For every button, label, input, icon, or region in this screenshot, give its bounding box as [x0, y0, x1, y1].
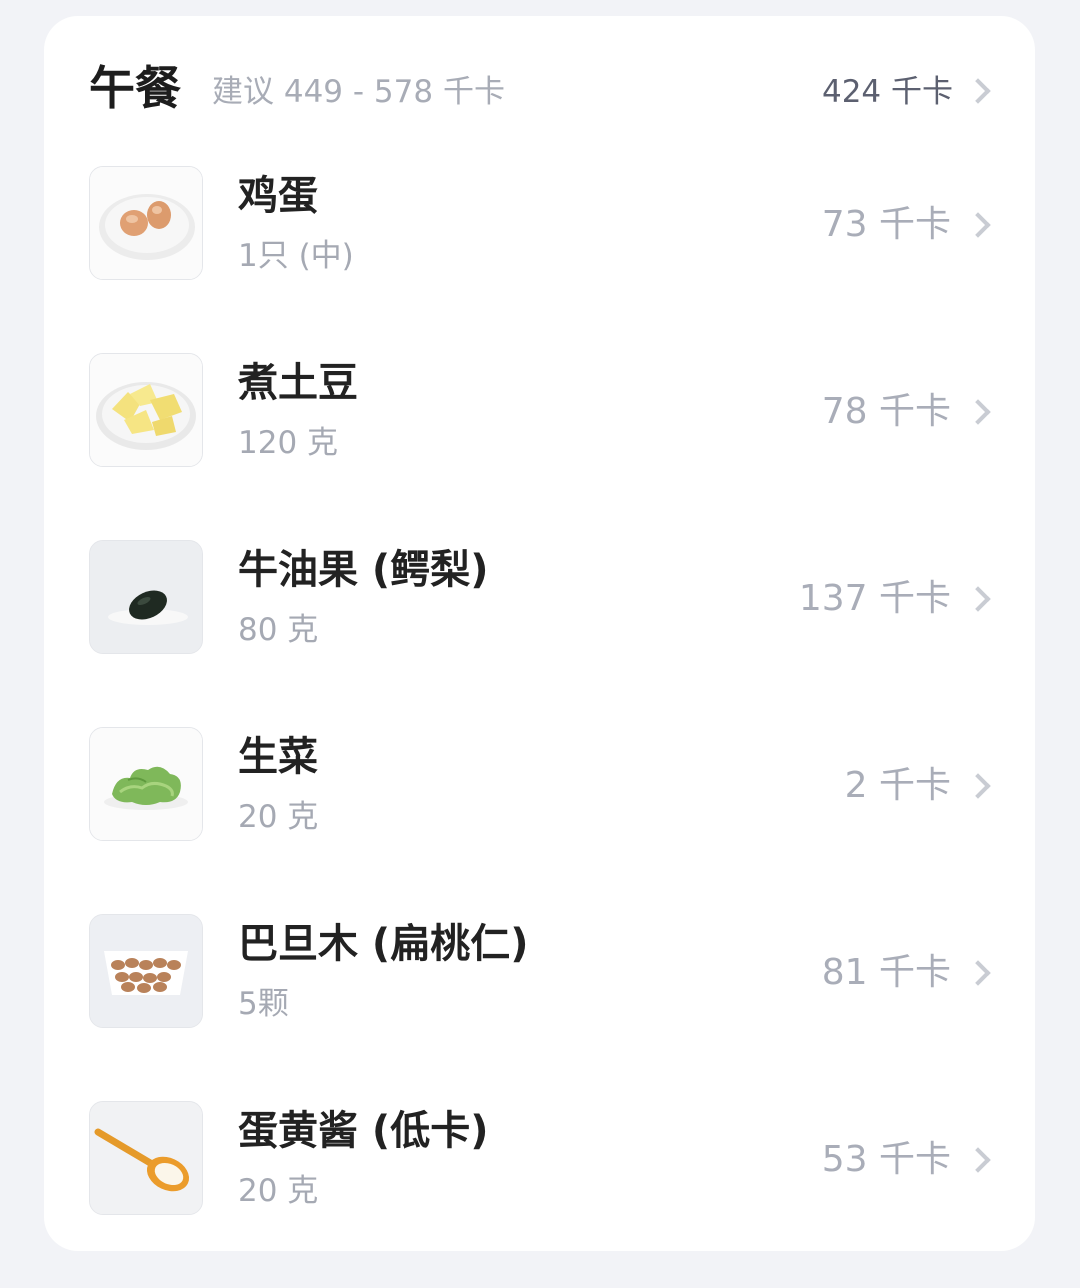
food-name: 煮土豆: [238, 360, 358, 406]
food-item-mayonnaise[interactable]: 蛋黄酱 (低卡) 20 克 53 千卡: [44, 1101, 1035, 1288]
meal-card: 午餐 建议 449 - 578 千卡 424 千卡 鸡蛋 1只 (中) 73 千…: [44, 16, 1035, 1251]
food-item-egg[interactable]: 鸡蛋 1只 (中) 73 千卡: [44, 166, 1035, 353]
lettuce-thumbnail: [89, 727, 203, 841]
food-kcal: 73 千卡: [821, 204, 951, 245]
food-amount: 5颗: [238, 986, 289, 1022]
food-name: 牛油果 (鳄梨): [238, 547, 489, 593]
food-amount: 20 克: [238, 1173, 319, 1209]
food-kcal: 81 千卡: [821, 952, 951, 993]
meal-suggestion: 建议 449 - 578 千卡: [212, 74, 505, 110]
food-amount: 1只 (中): [238, 238, 354, 274]
food-name: 鸡蛋: [238, 173, 318, 219]
food-kcal: 78 千卡: [821, 391, 951, 432]
avocado-thumbnail: [89, 540, 203, 654]
food-kcal: 2 千卡: [844, 765, 951, 806]
meal-total-kcal: 424 千卡: [821, 74, 953, 110]
food-item-lettuce[interactable]: 生菜 20 克 2 千卡: [44, 727, 1035, 914]
chevron-right-icon: [965, 212, 991, 238]
mayonnaise-thumbnail: [89, 1101, 203, 1215]
chevron-right-icon: [965, 773, 991, 799]
meal-title: 午餐: [89, 61, 181, 115]
food-item-potato[interactable]: 煮土豆 120 克 78 千卡: [44, 353, 1035, 540]
potato-thumbnail: [89, 353, 203, 467]
chevron-right-icon: [965, 399, 991, 425]
food-name: 巴旦木 (扁桃仁): [238, 921, 529, 967]
chevron-right-icon: [965, 1147, 991, 1173]
meal-header[interactable]: 午餐 建议 449 - 578 千卡 424 千卡: [44, 16, 1035, 166]
chevron-right-icon: [965, 586, 991, 612]
food-kcal: 137 千卡: [798, 578, 951, 619]
food-name: 蛋黄酱 (低卡): [238, 1108, 489, 1154]
food-amount: 20 克: [238, 799, 319, 835]
almond-thumbnail: [89, 914, 203, 1028]
chevron-right-icon: [965, 960, 991, 986]
egg-thumbnail: [89, 166, 203, 280]
food-name: 生菜: [238, 734, 318, 780]
food-amount: 80 克: [238, 612, 319, 648]
food-kcal: 53 千卡: [821, 1139, 951, 1180]
chevron-right-icon: [965, 78, 991, 104]
food-item-almond[interactable]: 巴旦木 (扁桃仁) 5颗 81 千卡: [44, 914, 1035, 1101]
food-amount: 120 克: [238, 425, 339, 461]
food-item-avocado[interactable]: 牛油果 (鳄梨) 80 克 137 千卡: [44, 540, 1035, 727]
